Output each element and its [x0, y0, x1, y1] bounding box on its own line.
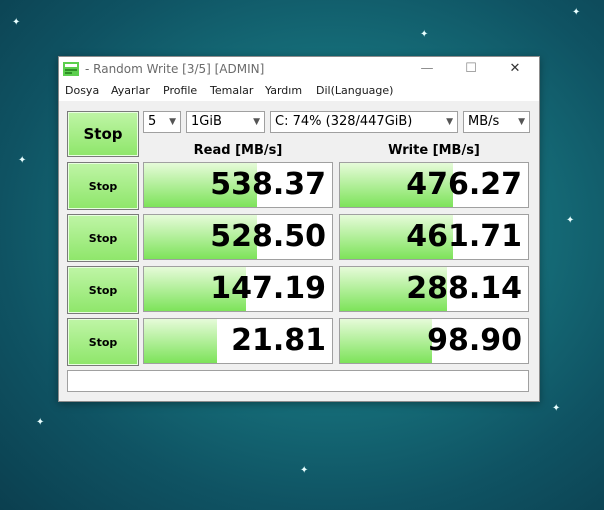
- menu-temalar[interactable]: Temalar: [210, 84, 253, 97]
- write-value: 461.71: [406, 219, 522, 254]
- menu-bar: Dosya Ayarlar Profile Temalar Yardım Dil…: [59, 81, 539, 101]
- app-icon: [63, 62, 79, 76]
- stop-all-button[interactable]: Stop: [67, 111, 139, 157]
- star-decoration: ✦: [12, 17, 21, 28]
- unit-select[interactable]: MB/s ▼: [463, 111, 530, 133]
- row-1-stop-button[interactable]: Stop: [67, 162, 139, 210]
- write-level-bar: [340, 319, 433, 363]
- write-value: 476.27: [406, 167, 522, 202]
- row-2-stop-button[interactable]: Stop: [67, 214, 139, 262]
- star-decoration: ✦: [36, 417, 45, 428]
- row-4-read-cell: 21.81: [143, 318, 333, 364]
- count-select[interactable]: 5 ▼: [143, 111, 181, 133]
- close-button[interactable]: ✕: [493, 57, 537, 81]
- write-value: 98.90: [427, 323, 522, 358]
- row-3-read-cell: 147.19: [143, 266, 333, 312]
- star-decoration: ✦: [420, 29, 429, 40]
- write-value: 288.14: [406, 271, 522, 306]
- menu-language[interactable]: Dil(Language): [316, 84, 393, 97]
- read-header: Read [MB/s]: [193, 143, 283, 158]
- chevron-down-icon: ▼: [446, 117, 453, 127]
- menu-profile[interactable]: Profile: [163, 84, 197, 97]
- star-decoration: ✦: [552, 403, 561, 414]
- row-2-write-cell: 461.71: [339, 214, 529, 260]
- read-value: 21.81: [231, 323, 326, 358]
- read-value: 528.50: [210, 219, 326, 254]
- read-value: 147.19: [210, 271, 326, 306]
- window-title: - Random Write [3/5] [ADMIN]: [85, 62, 265, 76]
- star-decoration: ✦: [18, 155, 27, 166]
- count-value: 5: [148, 114, 157, 129]
- menu-dosya[interactable]: Dosya: [65, 84, 99, 97]
- row-1-write-cell: 476.27: [339, 162, 529, 208]
- read-value: 538.37: [210, 167, 326, 202]
- app-window: - Random Write [3/5] [ADMIN] — ☐ ✕ Dosya…: [58, 56, 540, 402]
- chevron-down-icon: ▼: [518, 117, 525, 127]
- star-decoration: ✦: [572, 7, 581, 18]
- size-select[interactable]: 1GiB ▼: [186, 111, 265, 133]
- size-value: 1GiB: [191, 114, 222, 129]
- minimize-button[interactable]: —: [405, 57, 449, 81]
- row-3-write-cell: 288.14: [339, 266, 529, 312]
- comment-field[interactable]: [67, 370, 529, 392]
- chevron-down-icon: ▼: [253, 117, 260, 127]
- star-decoration: ✦: [566, 215, 575, 226]
- drive-select[interactable]: C: 74% (328/447GiB) ▼: [270, 111, 458, 133]
- write-header: Write [MB/s]: [388, 143, 480, 158]
- maximize-button[interactable]: ☐: [449, 57, 493, 81]
- row-2-read-cell: 528.50: [143, 214, 333, 260]
- row-4-write-cell: 98.90: [339, 318, 529, 364]
- title-bar[interactable]: - Random Write [3/5] [ADMIN] — ☐ ✕: [59, 57, 539, 81]
- chevron-down-icon: ▼: [169, 117, 176, 127]
- menu-yardim[interactable]: Yardım: [265, 84, 302, 97]
- unit-value: MB/s: [468, 114, 500, 129]
- row-1-read-cell: 538.37: [143, 162, 333, 208]
- menu-ayarlar[interactable]: Ayarlar: [111, 84, 150, 97]
- row-3-stop-button[interactable]: Stop: [67, 266, 139, 314]
- read-level-bar: [144, 319, 218, 363]
- row-4-stop-button[interactable]: Stop: [67, 318, 139, 366]
- drive-value: C: 74% (328/447GiB): [275, 114, 413, 129]
- star-decoration: ✦: [300, 465, 309, 476]
